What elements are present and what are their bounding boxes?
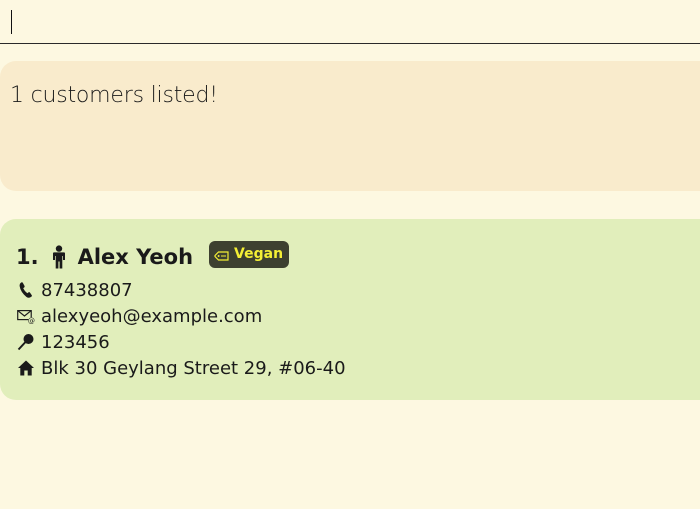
email-text: alexyeoh@example.com — [41, 305, 263, 327]
email-row: @ alexyeoh@example.com — [17, 304, 262, 328]
command-input[interactable] — [14, 6, 688, 38]
tag-icon — [214, 250, 229, 261]
postal-row: 123456 — [17, 330, 110, 354]
phone-row: 87438807 — [17, 278, 133, 302]
person-icon — [52, 245, 65, 269]
address-text: Blk 30 Geylang Street 29, #06-40 — [41, 357, 346, 379]
pin-icon — [17, 334, 34, 351]
result-display: 1 customers listed! — [0, 61, 700, 191]
email-icon: @ — [17, 310, 35, 325]
phone-text: 87438807 — [41, 279, 133, 301]
customer-index: 1. — [16, 245, 39, 269]
home-icon — [18, 360, 34, 376]
customer-card-header: 1. Alex Yeoh Vegan — [16, 240, 290, 273]
result-message: 1 customers listed! — [10, 83, 218, 108]
command-box[interactable] — [0, 0, 700, 44]
address-row: Blk 30 Geylang Street 29, #06-40 — [17, 356, 346, 380]
text-caret — [11, 10, 12, 34]
phone-icon — [19, 282, 32, 298]
customer-name: Alex Yeoh — [77, 245, 194, 269]
customer-tag: Vegan — [209, 240, 290, 268]
customer-list-panel[interactable]: 1. Alex Yeoh Vegan 87438807 @ alexyeoh@e… — [0, 219, 700, 400]
postal-text: 123456 — [41, 331, 110, 353]
tag-label: Vegan — [234, 246, 284, 262]
svg-text:@: @ — [28, 316, 35, 325]
